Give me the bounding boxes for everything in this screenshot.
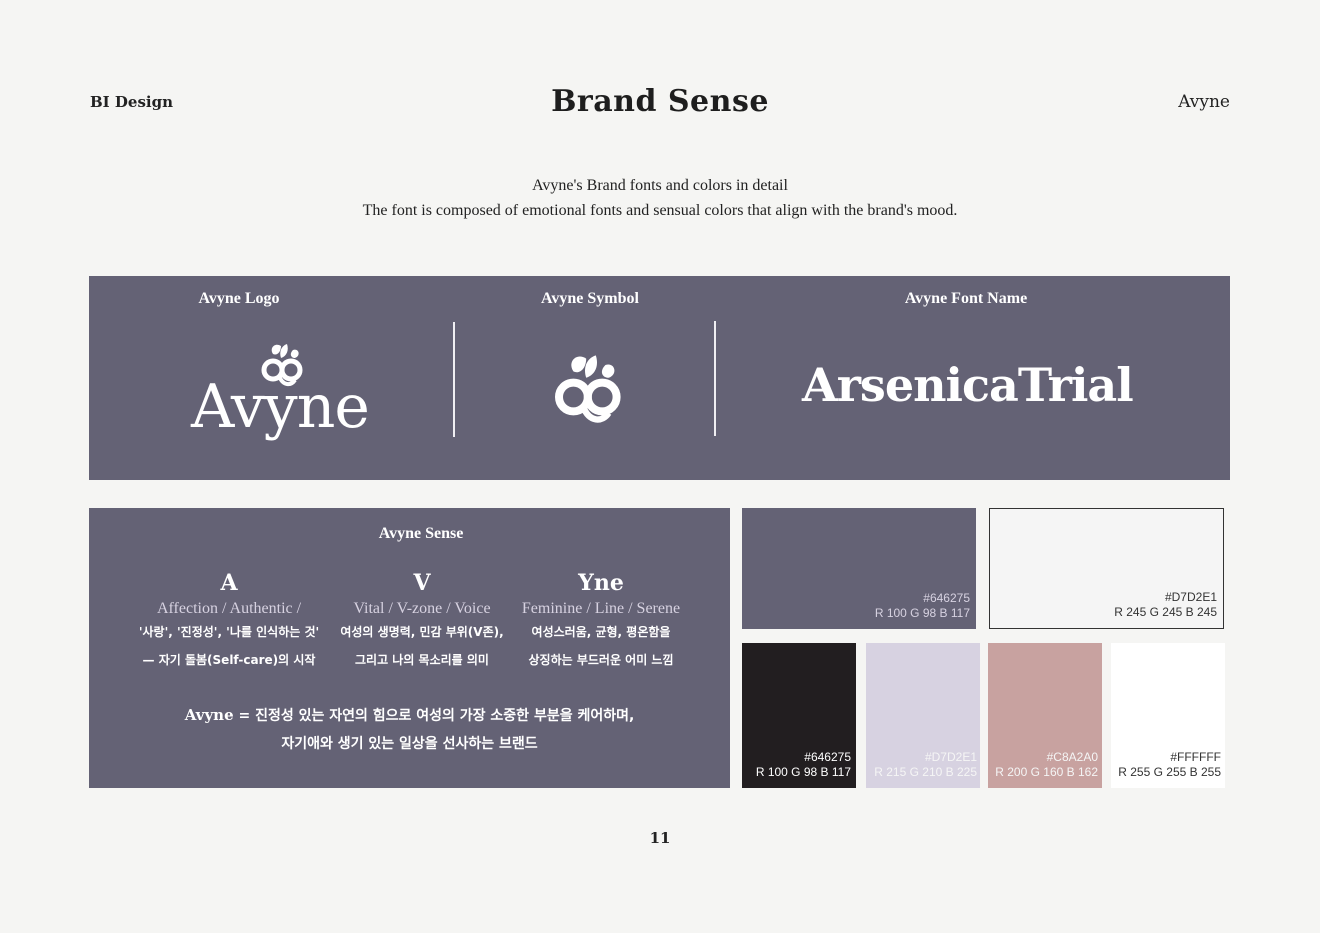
page-title: Brand Sense	[551, 84, 769, 119]
intro-line-1: Avyne's Brand fonts and colors in detail	[532, 177, 788, 194]
sense-english: Feminine / Line / Serene	[521, 600, 681, 617]
sense-english: Vital / V-zone / Voice	[353, 600, 491, 617]
divider-1	[453, 322, 455, 437]
swatch-rgb: R 255 G 255 B 255	[1118, 765, 1221, 779]
swatch-rgb: R 100 G 98 B 117	[755, 765, 851, 779]
sense-column-a: A Affection / Authentic / '사랑', '진정성', '…	[129, 570, 329, 674]
color-swatch: #FFFFFF R 255 G 255 B 255	[1111, 643, 1225, 788]
swatch-hex: #FFFFFF	[1170, 750, 1221, 764]
divider-2	[714, 321, 716, 436]
sense-column-yne: Yne Feminine / Line / Serene 여성스러움, 균형, …	[501, 570, 701, 674]
swatch-label: #D7D2E1 R 245 G 245 B 245	[1114, 590, 1217, 620]
swatch-label: #FFFFFF R 255 G 255 B 255	[1118, 750, 1221, 780]
swatch-label: #646275 R 100 G 98 B 117	[875, 591, 970, 621]
color-swatch: #646275 R 100 G 98 B 117	[742, 643, 856, 788]
sense-korean-2: 그리고 나의 목소리를 의미	[355, 653, 489, 667]
sense-letter: A	[220, 570, 238, 596]
swatch-hex: #D7D2E1	[1164, 590, 1217, 604]
sense-english: Affection / Authentic /	[156, 600, 302, 617]
color-swatch: #D7D2E1 R 245 G 245 B 245	[989, 508, 1224, 629]
swatch-hex: #D7D2E1	[924, 750, 977, 764]
statement-line-2: 자기애와 생기 있는 일상을 선사하는 브랜드	[281, 736, 538, 752]
color-swatch: #D7D2E1 R 215 G 210 B 225	[866, 643, 980, 788]
brand-sense-panel: Avyne Sense A Affection / Authentic / '사…	[89, 508, 730, 788]
color-swatch: #C8A2A0 R 200 G 160 B 162	[988, 643, 1102, 788]
sense-column-v: V Vital / V-zone / Voice 여성의 생명력, 민감 부위(…	[322, 570, 522, 674]
brand-label: Avyne	[1178, 92, 1230, 112]
symbol-label: Avyne Symbol	[541, 290, 639, 307]
color-swatch: #646275 R 100 G 98 B 117	[742, 508, 976, 629]
statement-line-1: = 진정성 있는 자연의 힘으로 여성의 가장 소중한 부분을 케어하며,	[233, 708, 635, 724]
swatch-rgb: R 200 G 160 B 162	[995, 765, 1098, 779]
sense-statement: Avyne = 진정성 있는 자연의 힘으로 여성의 가장 소중한 부분을 케어…	[89, 701, 730, 758]
sense-korean-1: 여성스러움, 균형, 평온함을	[531, 625, 671, 639]
brand-identity-panel: Avyne Logo Avyne Avyne Symbol Avyne Font…	[89, 276, 1230, 480]
sense-korean-1: '사랑', '진정성', '나를 인식하는 것'	[138, 625, 320, 639]
sense-korean-2: — 자기 돌봄(Self-care)의 시작	[142, 653, 316, 667]
swatch-rgb: R 245 G 245 B 245	[1114, 605, 1217, 619]
swatch-hex: #646275	[804, 750, 851, 764]
swatch-label: #646275 R 100 G 98 B 117	[756, 750, 851, 780]
swatch-hex: #C8A2A0	[1046, 750, 1098, 764]
swatch-hex: #646275	[923, 591, 970, 605]
sense-letter: Yne	[578, 570, 624, 596]
swatch-label: #C8A2A0 R 200 G 160 B 162	[995, 750, 1098, 780]
swatch-rgb: R 215 G 210 B 225	[874, 765, 977, 779]
symbol-icon	[551, 348, 631, 430]
sense-letter: V	[413, 570, 431, 596]
intro-line-2: The font is composed of emotional fonts …	[362, 202, 958, 219]
sense-korean-1: 여성의 생명력, 민감 부위(V존),	[340, 625, 504, 639]
logo-wordmark: Avyne	[191, 372, 370, 442]
swatch-rgb: R 100 G 98 B 117	[874, 606, 970, 620]
page-number: 11	[649, 829, 671, 847]
font-name-sample: ArsenicaTrial	[802, 358, 1134, 412]
statement-brand: Avyne	[184, 706, 234, 724]
font-label: Avyne Font Name	[904, 290, 1028, 307]
swatch-label: #D7D2E1 R 215 G 210 B 225	[874, 750, 977, 780]
sense-korean-2: 상징하는 부드러운 어미 느낌	[528, 653, 674, 667]
sense-title: Avyne Sense	[378, 525, 464, 542]
logo-label: Avyne Logo	[198, 290, 280, 307]
